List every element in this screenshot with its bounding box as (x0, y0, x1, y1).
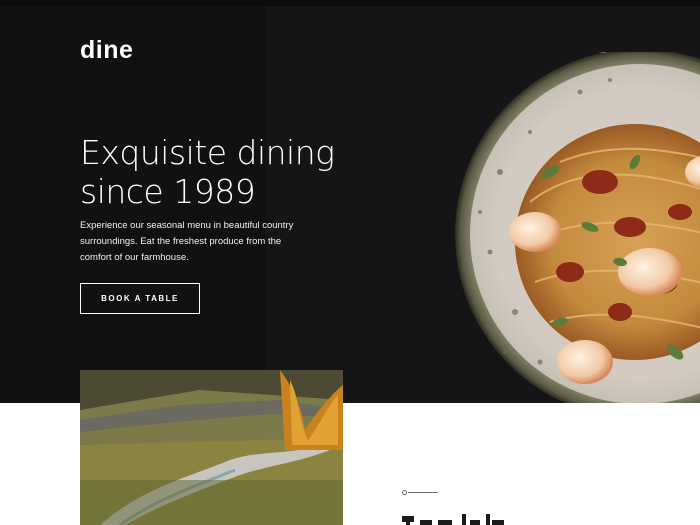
pasta-dish-image (455, 52, 700, 403)
book-a-table-button[interactable]: BOOK A TABLE (80, 283, 200, 314)
hero-section: dine Exquisite dining since 1989 Experie… (0, 6, 700, 403)
countryside-landscape-image (80, 370, 343, 525)
hero-headline-line-2: since 1989 (80, 172, 256, 211)
hero-intro-text: Experience our seasonal menu in beautifu… (80, 220, 294, 263)
brand-logo[interactable]: dine (80, 36, 133, 65)
section-divider (402, 490, 438, 495)
hero-headline: Exquisite dining since 1989 (80, 133, 380, 211)
section-heading-cropped (402, 514, 504, 525)
hero-headline-line-1: Exquisite dining (80, 133, 335, 172)
